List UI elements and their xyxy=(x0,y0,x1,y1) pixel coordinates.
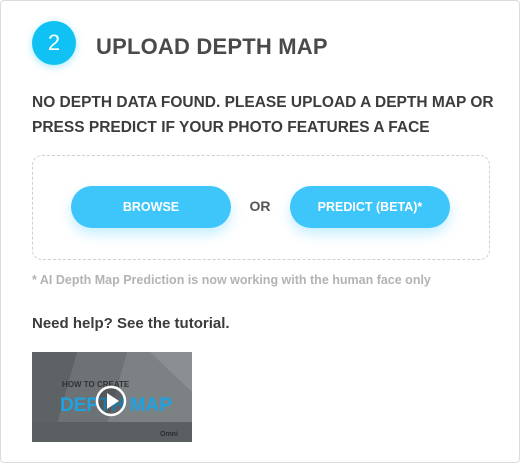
no-depth-message: NO DEPTH DATA FOUND. PLEASE UPLOAD A DEP… xyxy=(32,94,494,136)
section-title: UPLOAD DEPTH MAP xyxy=(96,34,328,59)
step-number-badge: 2 xyxy=(32,21,76,65)
play-icon[interactable] xyxy=(95,385,127,417)
video-thumbnail-graphic: HOW TO CREATE DEPTH MAP Omni xyxy=(32,352,192,442)
video-title-line1: HOW TO CREATE xyxy=(62,380,130,389)
browse-button[interactable]: BROWSE xyxy=(71,186,231,228)
ai-prediction-note: * AI Depth Map Prediction is now working… xyxy=(32,273,431,287)
or-separator: OR xyxy=(249,198,271,214)
video-brand-logo: Omni xyxy=(160,431,178,438)
help-tutorial-text: Need help? See the tutorial. xyxy=(32,315,230,332)
upload-depth-map-card: 2 UPLOAD DEPTH MAP NO DEPTH DATA FOUND. … xyxy=(0,0,520,463)
tutorial-video-thumbnail[interactable]: HOW TO CREATE DEPTH MAP Omni xyxy=(32,352,192,442)
upload-drop-area[interactable]: BROWSE OR PREDICT (BETA)* xyxy=(32,155,490,260)
predict-beta-button[interactable]: PREDICT (BETA)* xyxy=(290,186,450,228)
